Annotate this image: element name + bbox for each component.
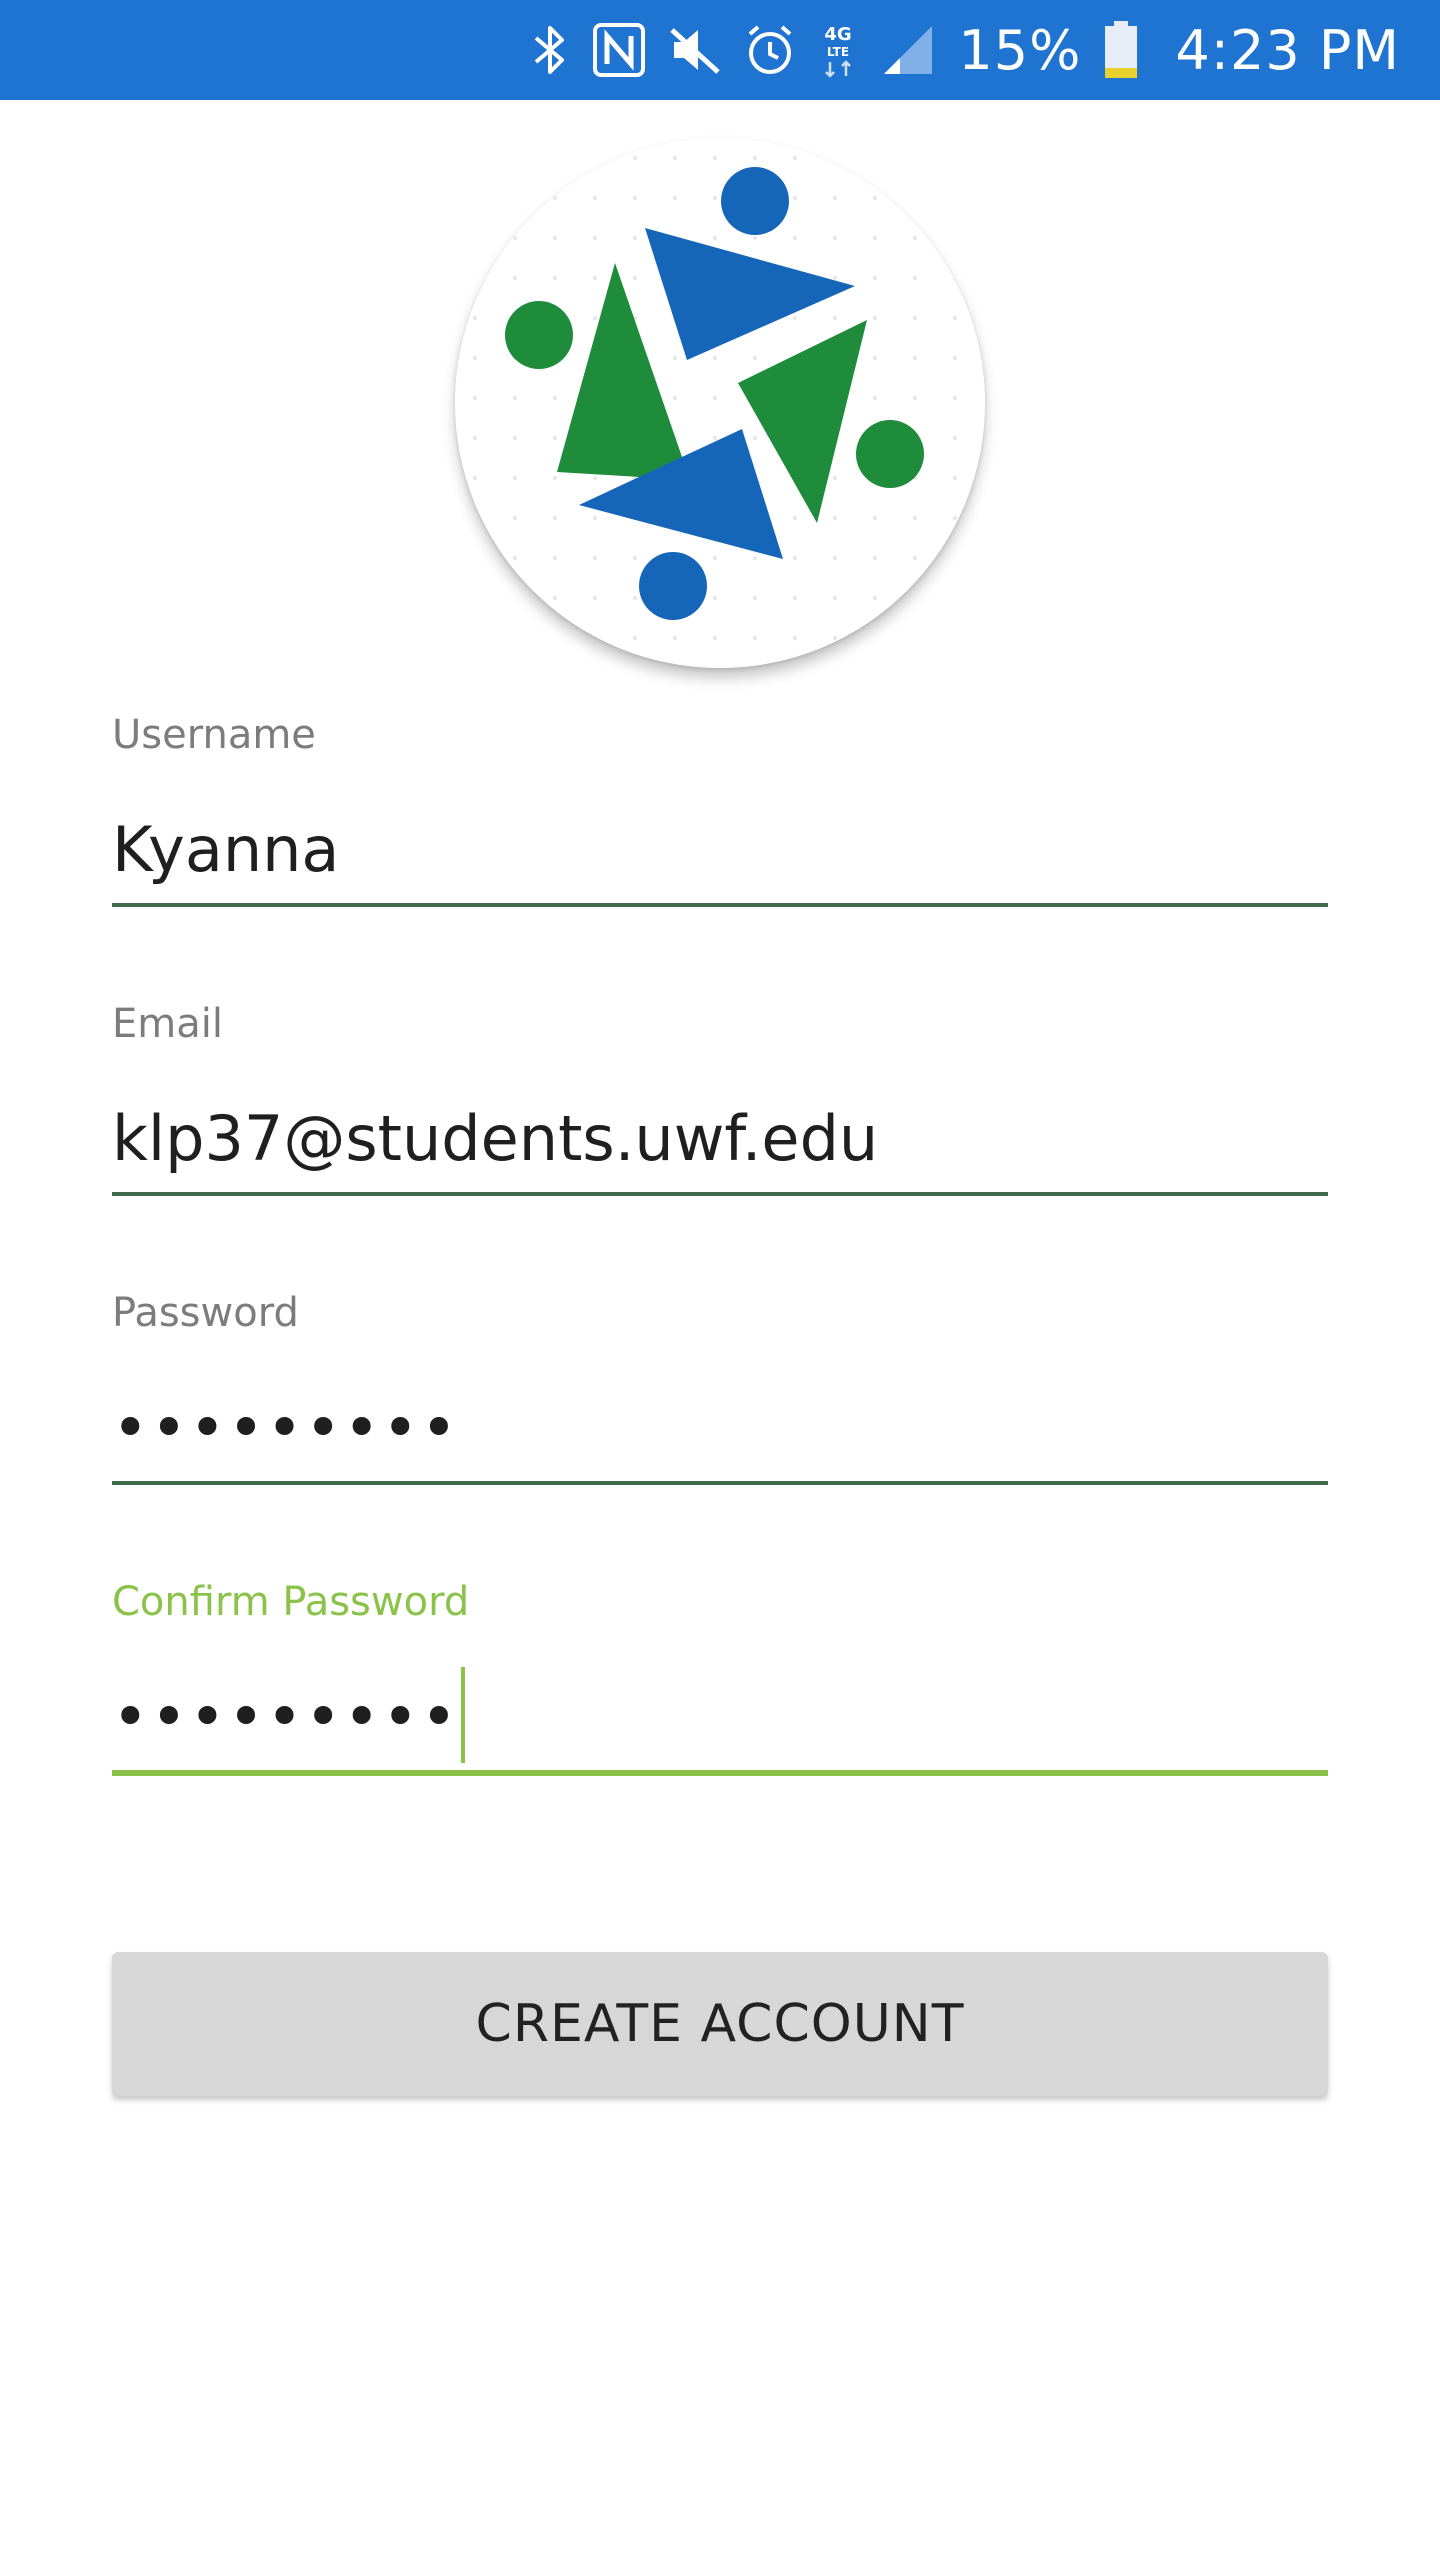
password-input[interactable]: •••••••••: [112, 1383, 1328, 1473]
alarm-icon: [744, 22, 796, 78]
username-input[interactable]: Kyanna: [112, 805, 1328, 895]
svg-text:LTE: LTE: [827, 45, 849, 59]
confirm-password-label: Confirm Password: [112, 1579, 470, 1625]
username-underline: [112, 903, 1328, 907]
confirm-password-value: •••••••••: [112, 1680, 460, 1753]
signal-icon: [880, 22, 936, 78]
4g-lte-icon: 4G LTE: [818, 20, 858, 80]
battery-icon: [1103, 20, 1139, 80]
email-field[interactable]: Email klp37@students.uwf.edu: [112, 996, 1328, 1196]
username-field[interactable]: Username Kyanna: [112, 707, 1328, 907]
password-underline: [112, 1481, 1328, 1485]
text-cursor: [461, 1666, 466, 1763]
bluetooth-icon: [530, 22, 570, 78]
create-account-button[interactable]: CREATE ACCOUNT: [112, 1952, 1328, 2096]
mute-icon: [668, 22, 722, 78]
confirm-password-input[interactable]: •••••••••: [112, 1666, 1328, 1763]
status-bar: 4G LTE 15% 4:23 PM: [0, 0, 1440, 100]
nfc-icon: [592, 22, 646, 78]
app-logo: [455, 138, 985, 668]
email-label: Email: [112, 1001, 223, 1047]
password-label: Password: [112, 1290, 299, 1336]
confirm-password-underline: [112, 1770, 1328, 1776]
username-label: Username: [112, 712, 316, 758]
clock: 4:23 PM: [1175, 18, 1400, 82]
email-underline: [112, 1192, 1328, 1196]
password-field[interactable]: Password •••••••••: [112, 1285, 1328, 1485]
email-input[interactable]: klp37@students.uwf.edu: [112, 1094, 1328, 1184]
battery-percent: 15%: [958, 18, 1082, 82]
confirm-password-field[interactable]: Confirm Password •••••••••: [112, 1574, 1328, 1776]
svg-text:4G: 4G: [825, 24, 852, 45]
